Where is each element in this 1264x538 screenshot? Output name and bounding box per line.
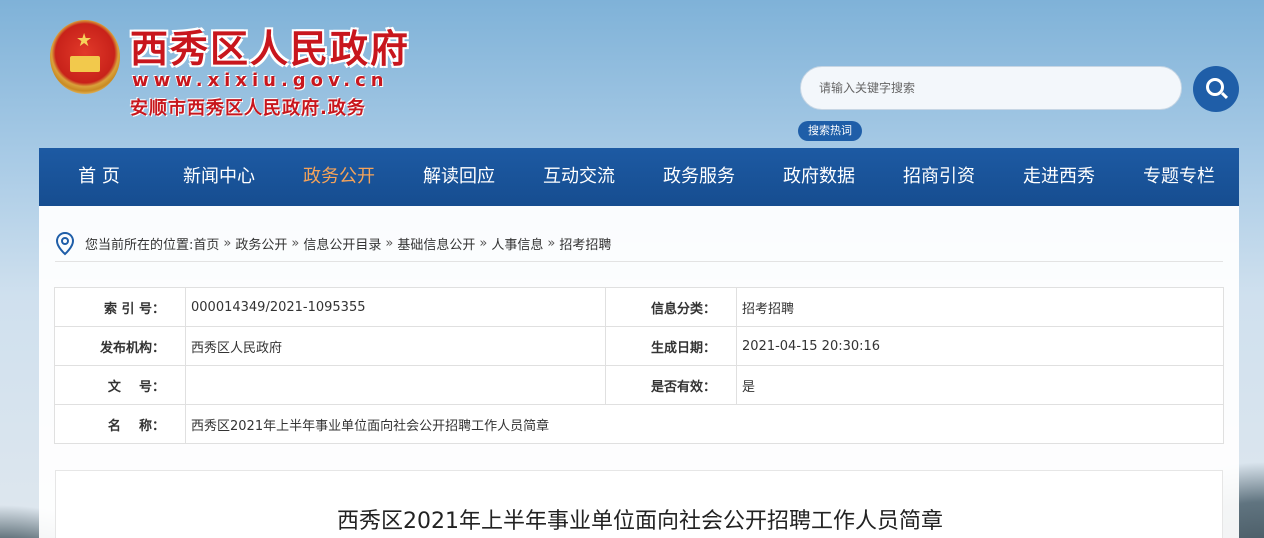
breadcrumb-gov-affairs[interactable]: 政务公开: [235, 234, 287, 253]
nav-item-data[interactable]: 政府数据: [759, 148, 879, 206]
article-box: 西秀区2021年上半年事业单位面向社会公开招聘工作人员简章: [55, 470, 1223, 538]
docno-value: [185, 365, 606, 405]
nav-item-home[interactable]: 首 页: [39, 148, 159, 206]
main-nav: 首 页 新闻中心 政务公开 解读回应 互动交流 政务服务 政府数据 招商引资 走…: [39, 148, 1239, 206]
site-header: ★ 西秀区人民政府 www.xixiu.gov.cn 安顺市西秀区人民政府.政务…: [0, 0, 1264, 148]
breadcrumb-prefix: 您当前所在的位置:: [85, 238, 194, 253]
index-label: 索 引 号：: [54, 287, 186, 327]
category-value: 招考招聘: [736, 287, 1224, 327]
table-row: 发布机构： 西秀区人民政府 生成日期： 2021-04-15 20:30:16: [54, 326, 1224, 366]
publisher-label: 发布机构：: [54, 326, 186, 366]
breadcrumb-separator: »: [547, 236, 556, 251]
table-row: 文 号： 是否有效： 是: [54, 365, 1224, 405]
name-value: 西秀区2021年上半年事业单位面向社会公开招聘工作人员简章: [185, 404, 1224, 444]
breadcrumb-personnel[interactable]: 人事信息: [491, 234, 543, 253]
search-button[interactable]: [1193, 66, 1239, 112]
hot-search-tag[interactable]: 搜索热词: [798, 121, 862, 141]
breadcrumb-basic-info[interactable]: 基础信息公开: [397, 234, 475, 253]
table-row: 名 称： 西秀区2021年上半年事业单位面向社会公开招聘工作人员简章: [54, 404, 1224, 444]
publisher-value: 西秀区人民政府: [185, 326, 606, 366]
breadcrumb: 您当前所在的位置: 首页 » 政务公开 » 信息公开目录 » 基础信息公开 » …: [55, 226, 1223, 262]
breadcrumb-separator: »: [223, 236, 232, 251]
article-title: 西秀区2021年上半年事业单位面向社会公开招聘工作人员简章: [337, 509, 943, 534]
table-row: 索 引 号： 000014349/2021-1095355 信息分类： 招考招聘: [54, 287, 1224, 327]
valid-label: 是否有效：: [605, 365, 737, 405]
category-label: 信息分类：: [605, 287, 737, 327]
nav-item-news[interactable]: 新闻中心: [159, 148, 279, 206]
site-url: www.xixiu.gov.cn: [132, 70, 389, 91]
docno-label: 文 号：: [54, 365, 186, 405]
site-subtitle: 安顺市西秀区人民政府.政务: [130, 98, 366, 119]
nav-item-about[interactable]: 走进西秀: [999, 148, 1119, 206]
date-value: 2021-04-15 20:30:16: [736, 326, 1224, 366]
location-pin-icon: [55, 231, 75, 255]
date-label: 生成日期：: [605, 326, 737, 366]
valid-value: 是: [736, 365, 1224, 405]
nav-item-services[interactable]: 政务服务: [639, 148, 759, 206]
breadcrumb-catalog[interactable]: 信息公开目录: [303, 234, 381, 253]
nav-item-interpretation[interactable]: 解读回应: [399, 148, 519, 206]
breadcrumb-home[interactable]: 首页: [193, 234, 219, 253]
nav-item-gov-affairs[interactable]: 政务公开: [279, 148, 399, 206]
breadcrumb-separator: »: [291, 236, 300, 251]
name-label: 名 称：: [54, 404, 186, 444]
nav-item-investment[interactable]: 招商引资: [879, 148, 999, 206]
national-emblem-icon: ★: [50, 20, 120, 94]
search-input[interactable]: [800, 66, 1182, 110]
content-panel: 您当前所在的位置: 首页 » 政务公开 » 信息公开目录 » 基础信息公开 » …: [39, 206, 1239, 538]
breadcrumb-separator: »: [385, 236, 394, 251]
info-table: 索 引 号： 000014349/2021-1095355 信息分类： 招考招聘…: [54, 287, 1224, 444]
nav-item-interaction[interactable]: 互动交流: [519, 148, 639, 206]
breadcrumb-separator: »: [479, 236, 488, 251]
index-value: 000014349/2021-1095355: [185, 287, 606, 327]
site-title[interactable]: 西秀区人民政府: [130, 18, 410, 73]
nav-item-topics[interactable]: 专题专栏: [1119, 148, 1239, 206]
breadcrumb-recruitment[interactable]: 招考招聘: [559, 234, 611, 253]
